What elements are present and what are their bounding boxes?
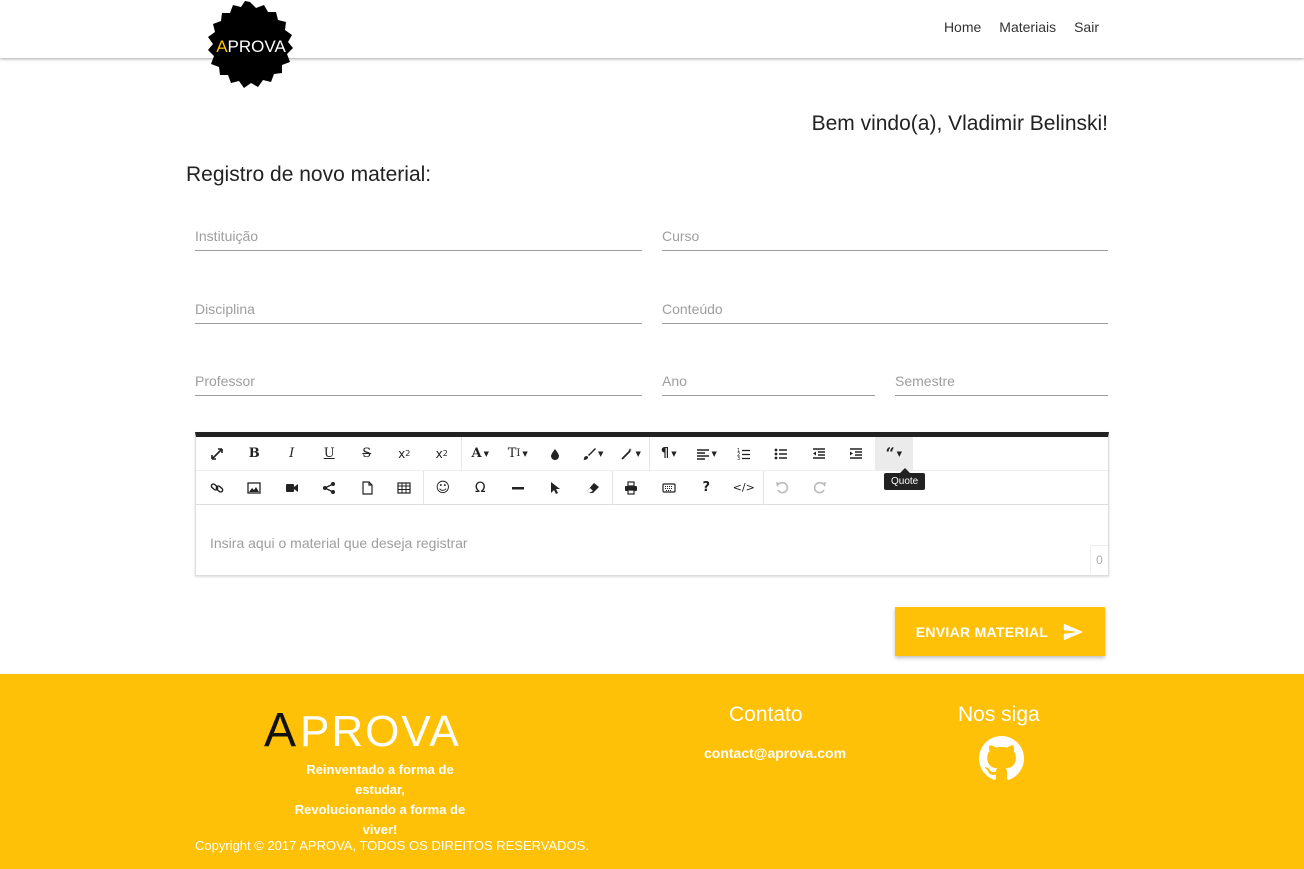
toolbar-group-paragraph: ¶ ▼ ▼ 123 “▼	[650, 436, 913, 471]
conteudo-field	[662, 292, 1108, 324]
rich-text-editor: B I U S x2 x2 A ▼ T I ▼ ▼ ▼ ¶ ▼ ▼ 1 2 3 …	[195, 432, 1109, 576]
svg-text:3: 3	[737, 456, 740, 461]
bold-icon[interactable]: B	[236, 437, 274, 471]
footer: A PROVA Reinventado a forma de estudar, …	[0, 674, 1304, 869]
contact-email[interactable]: contact@aprova.com	[704, 745, 846, 761]
disciplina-input[interactable]	[195, 292, 642, 322]
font-family-icon[interactable]: A ▼	[462, 437, 500, 471]
github-icon[interactable]	[979, 736, 1024, 781]
nav-sair-link[interactable]: Sair	[1074, 19, 1099, 35]
professor-input[interactable]	[195, 364, 642, 394]
underline-icon[interactable]: U	[311, 437, 349, 471]
toolbar-group-format: B I U S x2 x2	[198, 436, 462, 471]
redo-icon[interactable]	[801, 471, 839, 505]
footer-tagline: Reinventado a forma de estudar, Revoluci…	[280, 760, 480, 840]
curso-field	[662, 219, 1108, 251]
svg-text:A: A	[264, 704, 297, 752]
logo-badge[interactable]: APROVA	[204, 0, 296, 92]
tagline-line-2: Revolucionando a forma de viver!	[294, 802, 466, 837]
toolbar-group-history	[764, 471, 839, 505]
nav-home-link[interactable]: Home	[944, 19, 981, 35]
table-icon[interactable]	[386, 471, 424, 505]
curso-input[interactable]	[662, 219, 1108, 249]
strikethrough-icon[interactable]: S	[348, 437, 386, 471]
toolbar-group-insert	[198, 470, 424, 505]
welcome-message: Bem vindo(a), Vladimir Belinski!	[811, 112, 1108, 135]
instituicao-field	[195, 219, 642, 251]
editor-placeholder: Insira aqui o material que deseja regist…	[210, 535, 468, 551]
copyright-text: Copyright © 2017 APROVA, TODOS OS DIREIT…	[195, 838, 589, 853]
char-counter: 0	[1090, 545, 1108, 573]
enviar-material-label: ENVIAR MATERIAL	[915, 623, 1049, 640]
svg-text:PROVA: PROVA	[300, 707, 461, 752]
emoticon-icon[interactable]: ☺	[424, 471, 462, 505]
share-icon[interactable]	[311, 471, 349, 505]
image-icon[interactable]	[236, 471, 274, 505]
video-icon[interactable]	[273, 471, 311, 505]
horizontal-line-icon[interactable]	[499, 471, 537, 505]
contact-title: Contato	[729, 703, 803, 726]
quote-icon[interactable]: “▼	[875, 436, 913, 471]
professor-field	[195, 364, 642, 396]
unordered-list-icon[interactable]	[763, 437, 801, 471]
toolbar-group-misc: ☺ Ω	[424, 470, 613, 505]
link-icon[interactable]	[198, 471, 236, 505]
code-view-icon[interactable]: </>	[725, 471, 763, 505]
semestre-input[interactable]	[895, 364, 1108, 394]
ordered-list-icon[interactable]: 123	[725, 437, 763, 471]
logo-badge-icon: APROVA	[208, 1, 293, 88]
navbar: Home Materiais Sair	[0, 0, 1304, 58]
font-size-icon[interactable]: T I ▼	[499, 437, 537, 471]
print-icon[interactable]	[613, 471, 651, 505]
conteudo-input[interactable]	[662, 292, 1108, 322]
logo-text: APROVA	[216, 37, 286, 56]
editor-toolbar-row-2: ☺ Ω ? </>	[196, 470, 1108, 505]
footer-logo: A PROVA	[264, 704, 461, 752]
instituicao-input[interactable]	[195, 219, 642, 249]
clear-format-icon[interactable]	[574, 471, 612, 505]
paragraph-icon[interactable]: ¶ ▼	[650, 437, 688, 471]
quote-tooltip: Quote	[884, 468, 926, 490]
file-icon[interactable]	[348, 471, 386, 505]
italic-icon[interactable]: I	[273, 437, 311, 471]
form-title: Registro de novo material:	[186, 163, 432, 186]
editor-toolbar-row-1: B I U S x2 x2 A ▼ T I ▼ ▼ ▼ ¶ ▼ ▼ 1 2 3 …	[196, 436, 1108, 471]
paint-brush-icon[interactable]: ▼	[574, 437, 612, 471]
tagline-line-1: Reinventado a forma de estudar,	[306, 762, 454, 797]
enviar-material-button[interactable]: ENVIAR MATERIAL	[895, 607, 1105, 656]
keyboard-icon[interactable]	[650, 471, 688, 505]
magic-icon[interactable]: ▼	[612, 437, 650, 471]
special-char-icon[interactable]: Ω	[462, 471, 500, 505]
indent-icon[interactable]	[838, 437, 876, 471]
semestre-field	[895, 364, 1108, 396]
editor-content-area[interactable]: Insira aqui o material que deseja regist…	[196, 505, 1108, 573]
send-icon	[1064, 623, 1084, 640]
nav-materiais-link[interactable]: Materiais	[999, 19, 1056, 35]
help-icon[interactable]: ?	[688, 471, 726, 505]
subscript-icon[interactable]: x2	[386, 437, 424, 471]
fullscreen-icon[interactable]	[198, 437, 236, 471]
outdent-icon[interactable]	[800, 437, 838, 471]
align-icon[interactable]: ▼	[688, 437, 726, 471]
color-icon[interactable]	[537, 437, 575, 471]
nav-links: Home Materiais Sair	[926, 19, 1099, 35]
superscript-icon[interactable]: x2	[423, 437, 461, 471]
disciplina-field	[195, 292, 642, 324]
follow-title: Nos siga	[958, 703, 1040, 726]
undo-icon[interactable]	[764, 471, 802, 505]
ano-field	[662, 364, 875, 396]
ano-input[interactable]	[662, 364, 875, 394]
select-all-icon[interactable]	[537, 471, 575, 505]
toolbar-group-tools: ? </>	[613, 470, 764, 505]
toolbar-group-font: A ▼ T I ▼ ▼ ▼	[462, 436, 650, 471]
